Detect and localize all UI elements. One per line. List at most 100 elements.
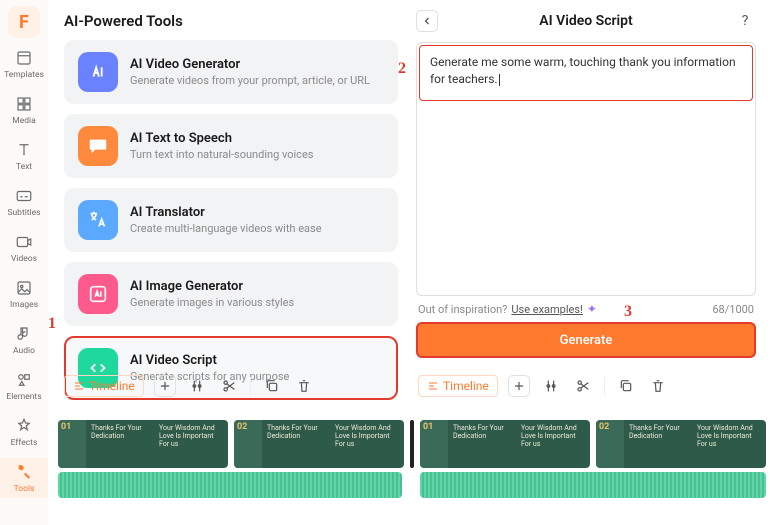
copy-button[interactable] [261, 375, 283, 397]
add-button[interactable] [508, 375, 530, 397]
timeline-clip[interactable]: 02 Thanks For Your DedicationYour Wisdom… [234, 420, 404, 468]
speech-bubble-icon [78, 126, 118, 166]
clip-text: Your Wisdom And Love Is Important For us [159, 424, 223, 464]
tools-icon [14, 462, 34, 482]
delete-button[interactable] [293, 375, 315, 397]
delete-button[interactable] [647, 375, 669, 397]
clip-text: Thanks For Your Dedication [453, 424, 517, 464]
clip-number: 01 [61, 422, 71, 432]
sidebar-item-label: Media [12, 116, 35, 126]
videos-icon [14, 232, 34, 252]
image-ai-icon [78, 274, 118, 314]
sidebar-item-label: Subtitles [7, 208, 40, 218]
generate-button[interactable]: Generate [416, 322, 756, 358]
add-button[interactable] [154, 375, 176, 397]
clip-text: Thanks For Your Dedication [91, 424, 155, 464]
clip-number: 02 [237, 422, 247, 432]
clip-text: Your Wisdom And Love Is Important For us [335, 424, 399, 464]
audio-gap [408, 472, 414, 498]
back-button[interactable] [416, 10, 438, 32]
sidebar-item-label: Videos [11, 254, 37, 264]
tool-card-image-generator[interactable]: AI Image Generator Generate images in va… [64, 262, 398, 326]
timeline-icon [427, 380, 439, 392]
timeline-label: Timeline [443, 379, 489, 393]
sidebar-item-elements[interactable]: Elements [0, 366, 48, 406]
sidebar-item-label: Effects [11, 438, 38, 448]
tool-desc: Turn text into natural-sounding voices [130, 148, 313, 161]
sidebar-item-effects[interactable]: Effects [0, 412, 48, 452]
clip-text: Your Wisdom And Love Is Important For us [521, 424, 585, 464]
sidebar-item-label: Templates [4, 70, 44, 80]
clip-text: Thanks For Your Dedication [629, 424, 693, 464]
prompt-textarea[interactable]: Generate me some warm, touching thank yo… [416, 42, 756, 296]
copy-button[interactable] [615, 375, 637, 397]
sidebar-item-label: Images [10, 300, 38, 310]
tool-name: AI Translator [130, 205, 322, 220]
elements-icon [14, 370, 34, 390]
use-examples-link[interactable]: Use examples! [511, 303, 583, 316]
audio-icon [14, 324, 34, 344]
media-icon [14, 94, 34, 114]
split-button[interactable] [186, 375, 208, 397]
text-cursor [499, 74, 500, 86]
cut-button[interactable] [218, 375, 240, 397]
cut-button[interactable] [572, 375, 594, 397]
separator [604, 377, 605, 395]
clip-number: 02 [599, 422, 609, 432]
split-button[interactable] [540, 375, 562, 397]
clip-gap [410, 420, 414, 468]
ai-logo-icon [78, 52, 118, 92]
tool-desc: Generate images in various styles [130, 296, 294, 309]
tool-name: AI Text to Speech [130, 131, 313, 146]
timeline-clip[interactable]: 01 Thanks For Your DedicationYour Wisdom… [58, 420, 228, 468]
inspire-label: Out of inspiration? [418, 303, 507, 316]
sidebar-item-media[interactable]: Media [0, 90, 48, 130]
timeline-clip[interactable]: 02 Thanks For Your DedicationYour Wisdom… [596, 420, 766, 468]
audio-track[interactable] [58, 472, 770, 498]
translate-icon [78, 200, 118, 240]
images-icon [14, 278, 34, 298]
clip-text: Thanks For Your Dedication [267, 424, 331, 464]
effects-icon [14, 416, 34, 436]
tool-card-text-to-speech[interactable]: AI Text to Speech Turn text into natural… [64, 114, 398, 178]
sidebar-item-audio[interactable]: Audio [0, 320, 48, 360]
tools-panel-title: AI-Powered Tools [64, 12, 398, 30]
prompt-text: Generate me some warm, touching thank yo… [430, 55, 736, 86]
tool-desc: Generate videos from your prompt, articl… [130, 74, 370, 87]
timeline-icon [73, 380, 85, 392]
tool-card-video-generator[interactable]: AI Video Generator Generate videos from … [64, 40, 398, 104]
separator [250, 377, 251, 395]
audio-clip[interactable] [420, 472, 766, 498]
timeline-clip[interactable]: 01 Thanks For Your DedicationYour Wisdom… [420, 420, 590, 468]
sidebar-item-label: Audio [13, 346, 35, 356]
sparkle-icon: ✦ [587, 302, 597, 316]
clip-text: Your Wisdom And Love Is Important For us [697, 424, 761, 464]
sidebar-item-tools[interactable]: Tools [0, 458, 48, 498]
tool-card-translator[interactable]: AI Translator Create multi-language vide… [64, 188, 398, 252]
sidebar-item-images[interactable]: Images [0, 274, 48, 314]
sidebar-item-label: Text [16, 162, 32, 172]
tool-name: AI Video Generator [130, 57, 370, 72]
timeline-label: Timeline [89, 379, 135, 393]
char-counter: 68/1000 [712, 303, 754, 316]
tool-name: AI Video Script [130, 353, 289, 368]
prompt-text-highlight: Generate me some warm, touching thank yo… [419, 45, 753, 101]
clip-number: 01 [423, 422, 433, 432]
audio-clip[interactable] [58, 472, 402, 498]
tool-name: AI Image Generator [130, 279, 294, 294]
subtitles-icon [14, 186, 34, 206]
tool-desc: Create multi-language videos with ease [130, 222, 322, 235]
timeline-chip[interactable]: Timeline [418, 375, 498, 397]
help-button[interactable]: ? [734, 10, 756, 32]
sidebar-item-templates[interactable]: Templates [0, 44, 48, 84]
app-logo: F [8, 6, 40, 38]
text-icon [14, 140, 34, 160]
sidebar-item-label: Tools [14, 484, 35, 494]
sidebar-item-label: Elements [6, 392, 41, 402]
templates-icon [14, 48, 34, 68]
sidebar-item-videos[interactable]: Videos [0, 228, 48, 268]
script-panel-title: AI Video Script [438, 13, 734, 29]
sidebar-item-subtitles[interactable]: Subtitles [0, 182, 48, 222]
sidebar-item-text[interactable]: Text [0, 136, 48, 176]
timeline-chip[interactable]: Timeline [64, 375, 144, 397]
